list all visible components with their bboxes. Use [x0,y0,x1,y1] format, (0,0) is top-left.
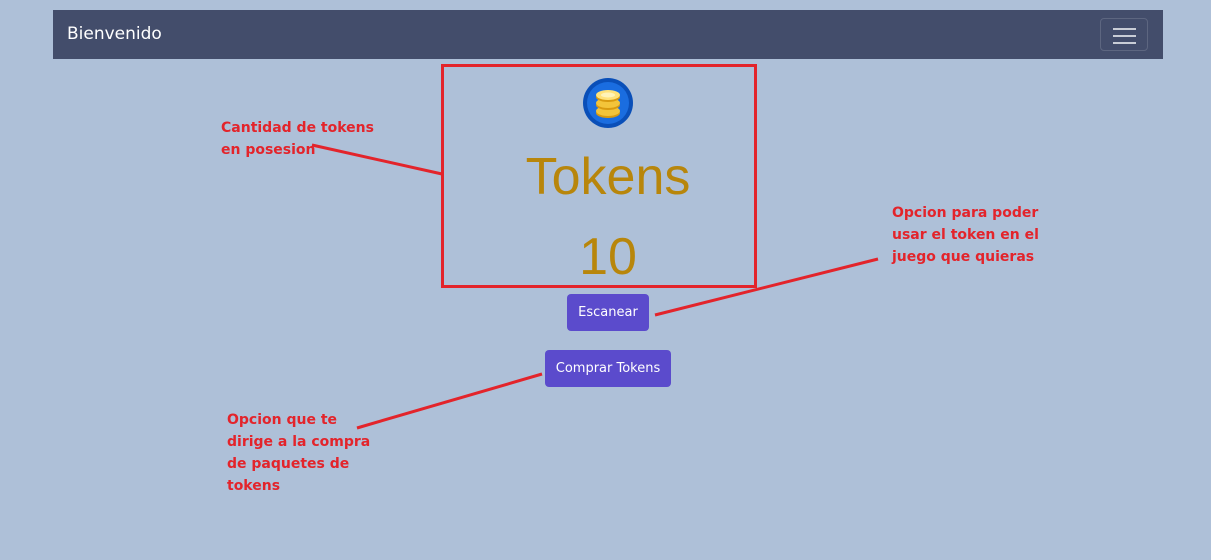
buy-annotation-arrow [356,372,543,430]
annotation-line: de paquetes de [227,456,350,472]
annotation-line: usar el token en el [892,227,1039,243]
annotation-line: en posesion [221,142,316,158]
annotation-line: Opcion que te [227,412,338,428]
annotation-line: Cantidad de tokens [221,120,374,136]
annotation-line: tokens [227,478,281,494]
scan-annotation-arrow [654,257,879,317]
annotation-line: Opcion para poder [892,205,1039,221]
annotation-line: dirige a la compra [227,434,371,450]
annotation-line: juego que quieras [892,249,1035,265]
tokens-annotation: Cantidad de tokens en posesion [221,117,381,161]
annotation-arrows [311,143,879,430]
scan-annotation: Opcion para poder usar el token en el ju… [892,202,1052,268]
buy-annotation: Opcion que te dirige a la compra de paqu… [227,409,377,497]
